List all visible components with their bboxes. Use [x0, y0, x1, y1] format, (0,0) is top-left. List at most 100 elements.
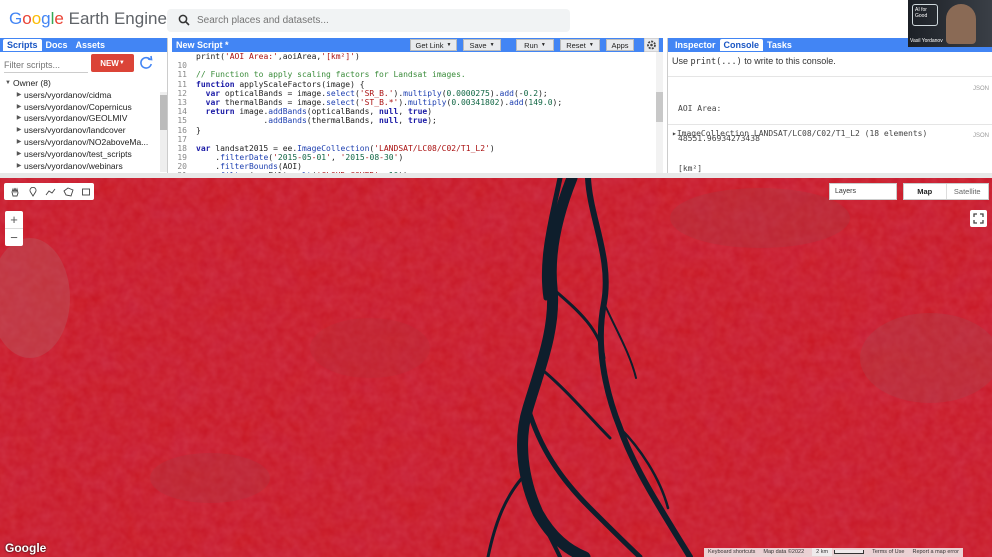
code-editor-panel: New Script * Get Link ▼ Save ▼ Run ▼ Reset ▼… — [172, 38, 663, 173]
console-entry[interactable]: ▸ImageCollection LANDSAT/LC08/C02/T1_L2 … — [668, 124, 992, 142]
terms-of-use-link[interactable]: Terms of Use — [868, 548, 909, 557]
script-tree: ▼ Owner (8) ▶ users/vyordanov/cidma ▶ users/v… — [0, 78, 160, 172]
tab-scripts[interactable]: Scripts — [3, 39, 42, 51]
code-line[interactable]: 19 .filterDate('2015-05-01', '2015-08-30… — [172, 153, 656, 162]
caret-right-icon[interactable]: ▶ — [14, 125, 24, 137]
code-line[interactable]: 13 var thermalBands = image.select('ST_B… — [172, 98, 656, 107]
google-earth-engine-logo[interactable]: Google Earth Engine — [9, 9, 167, 29]
tree-repo-item[interactable]: ▶ users/vyordanov/test_scripts — [0, 149, 160, 161]
code-text: .addBands(thermalBands, null, true); — [196, 116, 437, 126]
zoom-out-button[interactable]: − — [5, 228, 23, 245]
caret-right-icon[interactable]: ▶ — [14, 149, 24, 161]
tree-repo-item[interactable]: ▶ users/vyordanov/NO2aboveMa... — [0, 137, 160, 149]
console-hint: Use print(...) to write to this console. — [672, 56, 836, 67]
code-line[interactable]: 17 — [172, 135, 656, 144]
script-title[interactable]: New Script * — [176, 40, 229, 50]
header: Google Earth Engine — [0, 0, 992, 38]
tree-item-label: users/vyordanov/NO2aboveMa... — [24, 136, 149, 147]
reset-button[interactable]: Reset ▼ — [560, 39, 600, 51]
tree-repo-item[interactable]: ▶ users/vyordanov/cidma — [0, 90, 160, 102]
caret-right-icon[interactable]: ▶ — [14, 161, 24, 173]
tree-item-label: users/vyordanov/test_scripts — [24, 148, 132, 159]
map-view[interactable]: + − Layers Map Satellite Google Keyboard… — [0, 178, 992, 557]
tree-owner-folder[interactable]: ▼ Owner (8) — [0, 78, 160, 90]
keyboard-shortcuts-link[interactable]: Keyboard shortcuts — [704, 548, 760, 557]
fullscreen-icon[interactable] — [970, 210, 987, 227]
zoom-in-button[interactable]: + — [5, 211, 23, 228]
console-entry: AOI Area: 48551.96934273438 [km²] JSON — [668, 76, 992, 173]
code-line[interactable]: 16} — [172, 126, 656, 135]
logo-letter: g — [41, 9, 51, 28]
tree-repo-item[interactable]: ▶ users/vyordanov/GEOLMIV — [0, 113, 160, 125]
code-line[interactable]: 18 var landsat2015 = ee.ImageCollection('… — [172, 144, 656, 153]
zoom-control: + − — [5, 211, 23, 246]
code-line[interactable]: 20 .filterBounds(AOI) — [172, 162, 656, 171]
code-line[interactable]: 14 return image.addBands(opticalBands, n… — [172, 107, 656, 116]
code-text: // Function to apply scaling factors for… — [196, 70, 466, 80]
caret-right-icon[interactable]: ▶ — [14, 113, 24, 125]
line-number: 11 — [177, 70, 187, 80]
apps-label: Apps — [611, 40, 629, 50]
tree-repo-item[interactable]: ▶ users/vyordanov/Copernicus — [0, 102, 160, 114]
code-line[interactable]: 11 // Function to apply scaling factors f… — [172, 70, 656, 79]
line-number: 17 — [177, 134, 187, 144]
code-text: var landsat2015 = ee.ImageCollection('LA… — [196, 143, 495, 153]
hand-pan-icon[interactable] — [7, 184, 24, 199]
gear-icon[interactable] — [644, 38, 659, 52]
json-link[interactable]: JSON — [973, 86, 989, 92]
scrollbar-thumb[interactable] — [160, 95, 167, 130]
marker-icon[interactable] — [25, 184, 42, 199]
code-line[interactable]: 11 function applyScaleFactors(image) { — [172, 80, 656, 89]
report-map-error-link[interactable]: Report a map error — [908, 548, 963, 557]
filter-scripts-input[interactable] — [4, 57, 88, 73]
tab-tasks[interactable]: Tasks — [763, 39, 796, 51]
drawing-tools — [4, 183, 94, 200]
code-line[interactable]: print('AOI Area:',aoiArea,'[km²]') — [172, 52, 656, 61]
refresh-icon[interactable] — [138, 55, 154, 71]
tab-console[interactable]: Console — [719, 39, 764, 51]
map-type-satellite[interactable]: Satellite — [945, 184, 989, 199]
save-label: Save — [469, 40, 487, 50]
scrollbar-thumb[interactable] — [656, 92, 663, 122]
tab-inspector[interactable]: Inspector — [671, 39, 720, 51]
search-input[interactable] — [197, 12, 557, 29]
code-line[interactable]: 15 .addBands(thermalBands, null, true); — [172, 116, 656, 125]
get-link-button[interactable]: Get Link ▼ — [410, 39, 457, 51]
json-link[interactable]: JSON — [973, 133, 989, 139]
polygon-icon[interactable] — [60, 184, 77, 199]
code-line[interactable]: 10 — [172, 61, 656, 70]
code-scrollbar[interactable] — [656, 52, 663, 173]
save-button[interactable]: Save ▼ — [463, 39, 501, 51]
run-button[interactable]: Run ▼ — [516, 39, 554, 51]
tab-docs[interactable]: Docs — [42, 39, 72, 51]
tree-item-label: users/vyordanov/Copernicus — [24, 101, 132, 112]
image-collection-entry[interactable]: ▸ImageCollection LANDSAT/LC08/C02/T1_L2 … — [672, 129, 927, 139]
scale-line — [834, 549, 865, 554]
map-attribution: Keyboard shortcuts Map data ©2022 2 km T… — [704, 548, 963, 557]
code-text: var opticalBands = image.select('SR_B.')… — [205, 88, 548, 98]
tab-assets[interactable]: Assets — [72, 39, 110, 51]
caret-right-icon[interactable]: ▶ — [14, 90, 24, 102]
caret-right-icon[interactable]: ▶ — [14, 137, 24, 149]
polyline-icon[interactable] — [42, 184, 59, 199]
line-number: 15 — [177, 116, 187, 126]
line-number: 13 — [177, 97, 187, 107]
scripts-scrollbar[interactable] — [160, 92, 167, 172]
chevron-down-icon: ▼ — [446, 42, 452, 48]
code-text: print('AOI Area:',aoiArea,'[km²]') — [196, 52, 360, 61]
tree-repo-item[interactable]: ▶ users/vyordanov/landcover — [0, 125, 160, 137]
tree-repo-item[interactable]: ▶ users/vyordanov/webinars — [0, 161, 160, 173]
apps-button[interactable]: Apps — [606, 39, 634, 51]
search-box[interactable] — [167, 9, 570, 32]
code-line[interactable]: 12 var opticalBands = image.select('SR_B… — [172, 89, 656, 98]
caret-right-icon[interactable]: ▶ — [14, 102, 24, 114]
rectangle-icon[interactable] — [77, 184, 94, 199]
caret-down-icon[interactable]: ▼ — [3, 78, 13, 90]
new-button[interactable]: NEW ▼ — [91, 54, 134, 72]
map-type-map[interactable]: Map — [904, 184, 946, 199]
line-number: 20 — [177, 162, 187, 172]
layers-dropdown[interactable]: Layers — [829, 183, 897, 200]
new-button-label: NEW — [100, 58, 119, 68]
line-number: 18 — [177, 143, 187, 153]
code-area[interactable]: print('AOI Area:',aoiArea,'[km²]') 10 11 //… — [172, 52, 656, 173]
